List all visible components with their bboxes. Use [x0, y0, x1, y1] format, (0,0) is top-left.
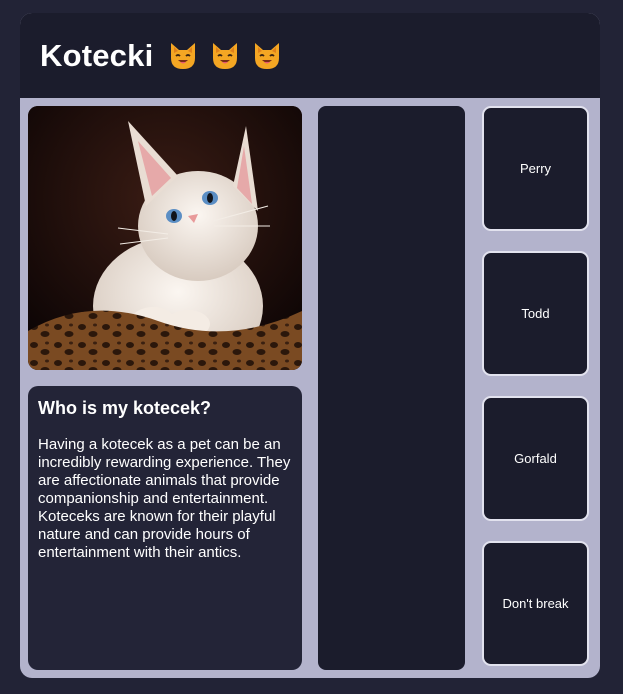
cat-face-icon	[213, 42, 238, 69]
cat-button-todd[interactable]: Todd	[482, 251, 589, 376]
page-title: Kotecki	[40, 13, 293, 98]
cat-button-perry[interactable]: Perry	[482, 106, 589, 231]
info-card: Who is my kotecek? Having a kotecek as a…	[28, 386, 302, 670]
cat-button-gorfald[interactable]: Gorfald	[482, 396, 589, 521]
title-text: Kotecki	[40, 37, 154, 73]
info-body: Having a kotecek as a pet can be an incr…	[38, 436, 291, 561]
cat-face-icon	[255, 42, 280, 69]
kitten-photo	[28, 106, 302, 370]
header-bar: Kotecki	[20, 13, 600, 98]
info-heading: Who is my kotecek?	[38, 398, 212, 418]
app-frame: Kotecki Who is my kotecek? Having a kote…	[20, 13, 600, 678]
kitten-illustration	[28, 106, 302, 370]
middle-panel	[318, 106, 465, 670]
cat-face-icon	[171, 42, 196, 69]
cat-button-dont-break[interactable]: Don't break	[482, 541, 589, 666]
